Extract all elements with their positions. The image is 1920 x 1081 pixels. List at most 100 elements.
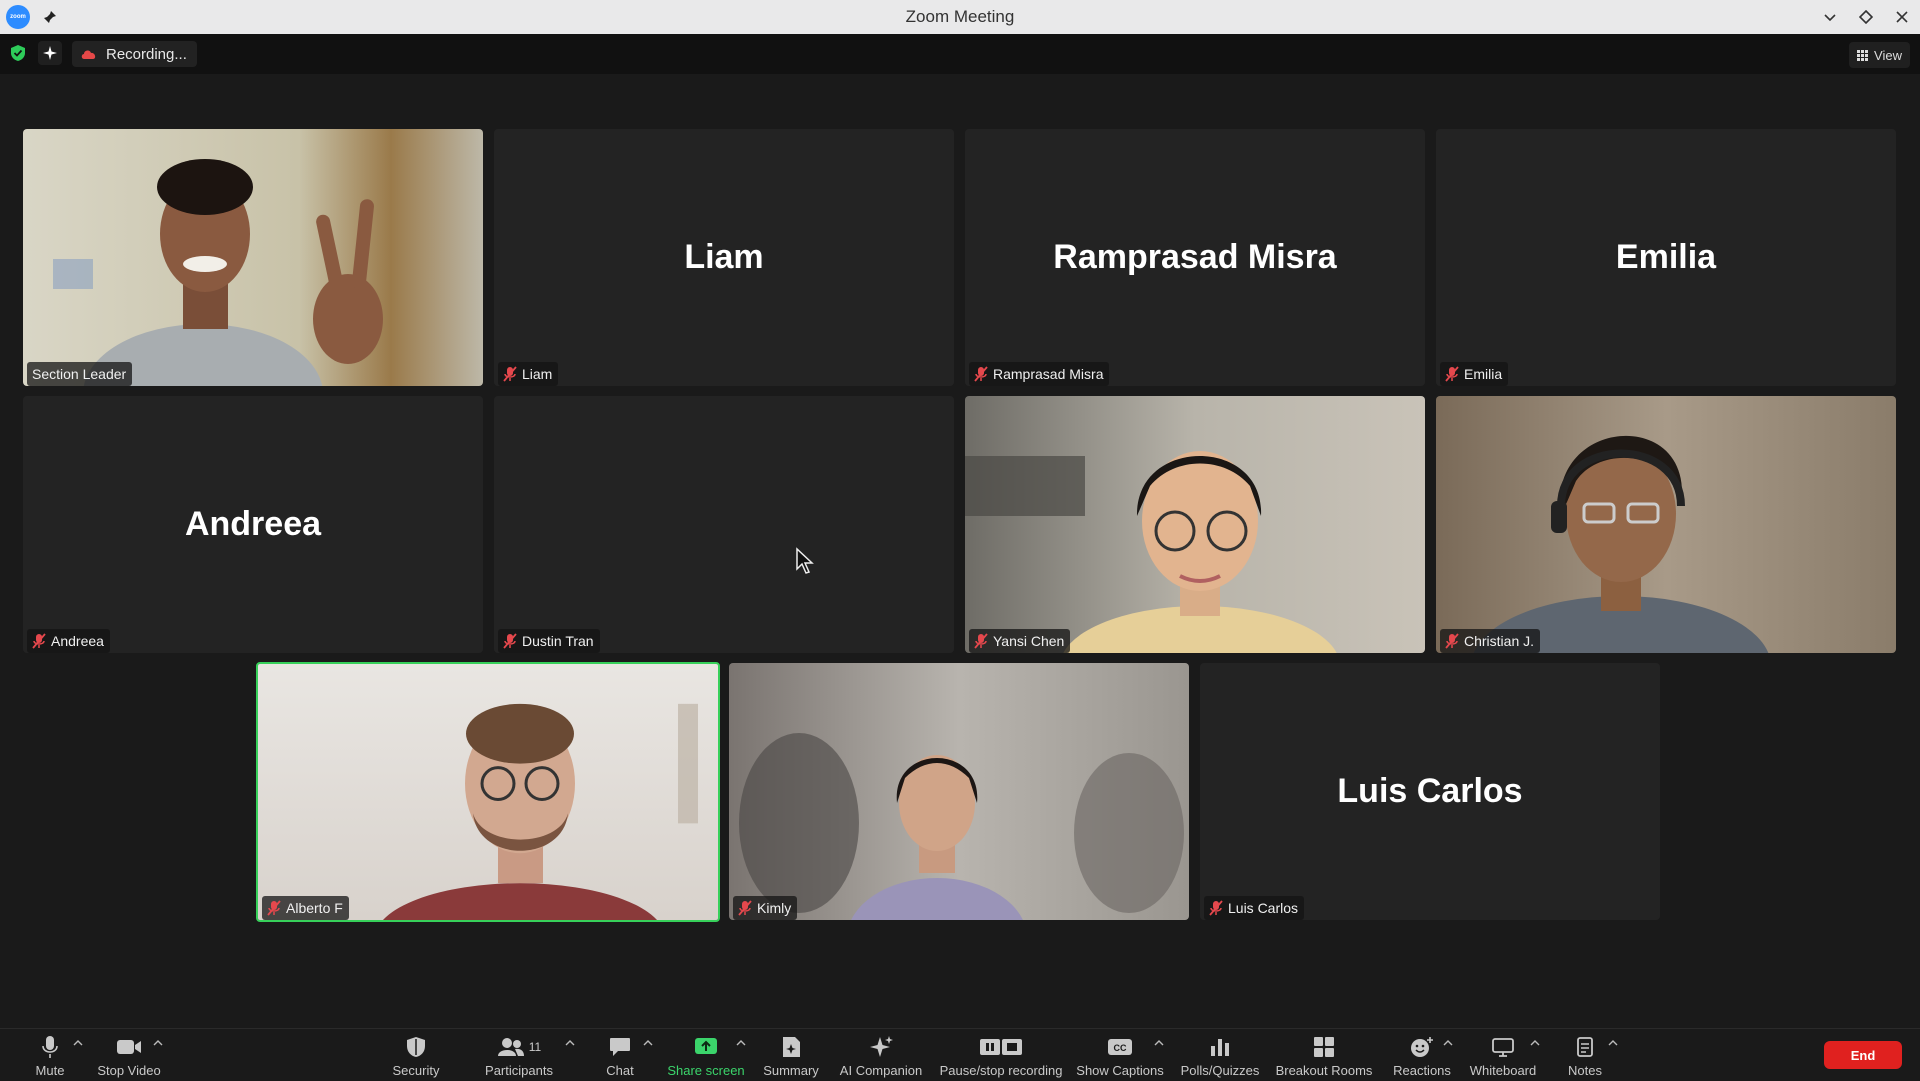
muted-mic-icon <box>738 900 752 916</box>
participants-options-caret-icon[interactable] <box>565 1039 575 1047</box>
reactions-label: Reactions <box>1393 1063 1451 1078</box>
summary-label: Summary <box>763 1063 819 1078</box>
chat-options-caret-icon[interactable] <box>643 1039 653 1047</box>
ai-companion-sparkle-icon <box>870 1036 893 1057</box>
polls-bar-chart-icon <box>1211 1039 1229 1056</box>
encryption-shield-icon[interactable] <box>10 44 26 62</box>
breakout-rooms-button[interactable]: Breakout Rooms <box>1275 1029 1373 1081</box>
grid-icon <box>1857 49 1869 61</box>
recording-indicator[interactable]: Recording... <box>72 41 197 67</box>
muted-mic-icon <box>32 633 46 649</box>
participant-name-tag: Emilia <box>1440 362 1509 386</box>
participant-name-tag: Section Leader <box>27 362 133 386</box>
muted-mic-icon <box>974 366 988 382</box>
video-options-caret-icon[interactable] <box>153 1039 163 1047</box>
participants-label: Participants <box>485 1063 553 1078</box>
participant-name: Christian J. <box>1464 633 1535 649</box>
stop-video-button[interactable]: Stop Video <box>96 1029 162 1081</box>
participant-name: Section Leader <box>32 366 127 382</box>
participants-button[interactable]: 11 Participants <box>480 1029 558 1081</box>
participant-name-tag: Kimly <box>733 896 798 920</box>
video-tile-andreea[interactable]: Andreea Andreea <box>23 396 483 653</box>
mute-options-caret-icon[interactable] <box>73 1039 83 1047</box>
share-screen-button[interactable]: Share screen <box>667 1029 745 1081</box>
participant-name-tag: Ramprasad Misra <box>969 362 1110 386</box>
participant-display-name: Ramprasad Misra <box>1053 238 1337 276</box>
summary-button[interactable]: Summary <box>761 1029 821 1081</box>
muted-mic-icon <box>974 633 988 649</box>
video-tile-kimly[interactable]: Kimly <box>729 663 1189 920</box>
microphone-icon <box>42 1036 58 1058</box>
share-options-caret-icon[interactable] <box>736 1039 746 1047</box>
chat-button[interactable]: Chat <box>600 1029 640 1081</box>
participant-video <box>729 663 1189 920</box>
participant-name-tag: Andreea <box>27 629 110 653</box>
participant-video <box>1436 396 1896 653</box>
whiteboard-button[interactable]: Whiteboard <box>1466 1029 1540 1081</box>
security-label: Security <box>392 1063 440 1078</box>
participant-name: Ramprasad Misra <box>993 366 1104 382</box>
captions-options-caret-icon[interactable] <box>1154 1039 1164 1047</box>
show-captions-button[interactable]: CC Show Captions <box>1076 1029 1164 1081</box>
muted-mic-icon <box>1209 900 1223 916</box>
participant-name-tag: Liam <box>498 362 559 386</box>
video-tile-luis-carlos[interactable]: Luis Carlos Luis Carlos <box>1200 663 1660 920</box>
participant-video <box>965 396 1425 653</box>
video-tile-liam[interactable]: Liam Liam <box>494 129 954 386</box>
cloud-recording-icon <box>81 50 96 59</box>
breakout-rooms-grid-icon <box>1314 1037 1334 1057</box>
security-button[interactable]: Security <box>389 1029 443 1081</box>
muted-mic-icon <box>1445 633 1459 649</box>
notes-button[interactable]: Notes <box>1560 1029 1610 1081</box>
end-meeting-button[interactable]: End <box>1824 1041 1902 1069</box>
stop-video-label: Stop Video <box>97 1063 161 1078</box>
pause-recording-label: Pause/stop recording <box>939 1063 1063 1078</box>
view-label: View <box>1874 47 1902 63</box>
view-button[interactable]: View <box>1849 42 1910 68</box>
ai-companion-button[interactable]: AI Companion <box>837 1029 925 1081</box>
participant-name: Luis Carlos <box>1228 900 1299 916</box>
whiteboard-label: Whiteboard <box>1469 1063 1537 1078</box>
notes-options-caret-icon[interactable] <box>1608 1039 1618 1047</box>
participants-icon <box>497 1038 524 1056</box>
video-tile-section-leader[interactable]: Section Leader <box>23 129 483 386</box>
breakout-rooms-label: Breakout Rooms <box>1275 1063 1373 1078</box>
video-tile-emilia[interactable]: Emilia Emilia <box>1436 129 1896 386</box>
video-tile-alberto-f[interactable]: Alberto F <box>256 662 720 922</box>
participant-name-tag: Dustin Tran <box>498 629 600 653</box>
video-tile-dustin-tran[interactable]: Dustin Tran <box>494 396 954 653</box>
sparkle-icon <box>43 46 57 60</box>
captions-cc-icon: CC <box>1108 1039 1132 1055</box>
meeting-toolbar: Mute Stop Video Security 11 Participants… <box>0 1028 1920 1080</box>
muted-mic-icon <box>267 900 281 916</box>
window-titlebar: zoom Zoom Meeting <box>0 0 1920 34</box>
mute-label: Mute <box>35 1063 65 1078</box>
minimize-icon[interactable] <box>1818 5 1842 29</box>
polls-quizzes-button[interactable]: Polls/Quizzes <box>1180 1029 1260 1081</box>
reactions-options-caret-icon[interactable] <box>1443 1039 1453 1047</box>
muted-mic-icon <box>503 633 517 649</box>
pause-stop-recording-button[interactable]: Pause/stop recording <box>940 1029 1062 1081</box>
close-icon[interactable] <box>1890 5 1914 29</box>
mute-button[interactable]: Mute <box>30 1029 70 1081</box>
participant-display-name: Luis Carlos <box>1337 772 1523 810</box>
video-tile-yansi-chen[interactable]: Yansi Chen <box>965 396 1425 653</box>
chat-label: Chat <box>606 1063 634 1078</box>
recording-label: Recording... <box>106 45 187 63</box>
whiteboard-options-caret-icon[interactable] <box>1530 1039 1540 1047</box>
participant-display-name <box>494 396 954 653</box>
participant-name: Liam <box>522 366 553 382</box>
notes-icon <box>1577 1037 1593 1057</box>
window-title: Zoom Meeting <box>905 7 1015 26</box>
ai-sparkle-button[interactable] <box>38 41 62 65</box>
participant-name: Yansi Chen <box>993 633 1065 649</box>
participant-name-tag: Christian J. <box>1440 629 1541 653</box>
participant-name: Alberto F <box>286 900 343 916</box>
video-tile-christian-j[interactable]: Christian J. <box>1436 396 1896 653</box>
video-tile-ramprasad-misra[interactable]: Ramprasad Misra Ramprasad Misra <box>965 129 1425 386</box>
maximize-icon[interactable] <box>1854 5 1878 29</box>
participant-display-name: Emilia <box>1615 238 1717 276</box>
notes-label: Notes <box>1568 1063 1602 1078</box>
reactions-button[interactable]: Reactions <box>1391 1029 1453 1081</box>
participant-name-tag: Yansi Chen <box>969 629 1071 653</box>
